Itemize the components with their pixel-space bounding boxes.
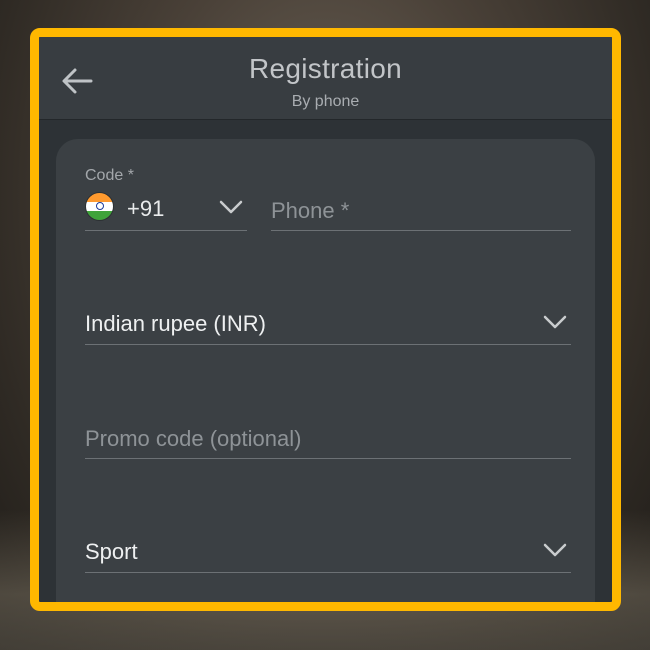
header: Registration By phone	[39, 37, 612, 120]
bonus-value: Sport	[85, 539, 138, 564]
bonus-select[interactable]: Sport	[85, 533, 571, 573]
registration-frame: Registration By phone Code * +91 Indian …	[30, 28, 621, 611]
country-code-select[interactable]: +91	[85, 191, 247, 231]
currency-select[interactable]: Indian rupee (INR)	[85, 305, 571, 345]
page-subtitle: By phone	[291, 93, 360, 110]
page-title: Registration	[248, 53, 402, 84]
chevron-down-icon	[543, 543, 567, 557]
chevron-down-icon	[219, 200, 243, 214]
currency-value: Indian rupee (INR)	[85, 311, 266, 336]
promo-code-field	[85, 419, 571, 459]
india-flag-icon	[86, 193, 113, 220]
form-card: Code * +91 Indian rupee (INR) S	[56, 139, 595, 602]
phone-field	[271, 191, 571, 231]
country-code-value: +91	[127, 196, 165, 221]
promo-code-input[interactable]	[85, 419, 571, 458]
code-label: Code *	[85, 167, 134, 184]
chevron-down-icon	[543, 315, 567, 329]
phone-input[interactable]	[271, 191, 571, 230]
